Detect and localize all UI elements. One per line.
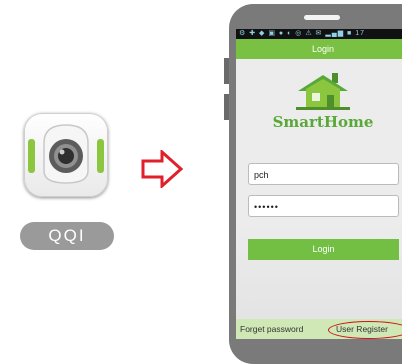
house-logo-icon (294, 71, 352, 116)
screen-title: Login (236, 39, 402, 59)
login-content: SmartHome pch •••••• Login (236, 59, 402, 329)
phone-screen: ⚙ ✚ ◆ ▣ ● ◐ ◎ ⚠ ✉ ▂▄▆ ■ 17 Login SmartHo… (236, 29, 402, 339)
qqi-app-icon[interactable] (24, 113, 108, 197)
right-arrow-icon (140, 148, 184, 193)
phone-speaker (304, 15, 340, 20)
app-name-label: QQI (20, 222, 114, 250)
brand-title: SmartHome (272, 113, 374, 131)
status-bar: ⚙ ✚ ◆ ▣ ● ◐ ◎ ⚠ ✉ ▂▄▆ ■ 17 (236, 29, 402, 39)
forget-password-link[interactable]: Forget password (240, 319, 303, 339)
username-input[interactable]: pch (248, 163, 399, 185)
phone-frame: ⚙ ✚ ◆ ▣ ● ◐ ◎ ⚠ ✉ ▂▄▆ ■ 17 Login SmartHo… (224, 4, 402, 364)
password-input[interactable]: •••••• (248, 195, 399, 217)
highlight-circle (328, 321, 402, 339)
login-button[interactable]: Login (248, 239, 399, 260)
camera-app-icon (28, 124, 104, 184)
bottom-action-bar: Forget password User Register (236, 319, 402, 339)
volume-button (224, 58, 229, 84)
power-button (224, 94, 229, 120)
